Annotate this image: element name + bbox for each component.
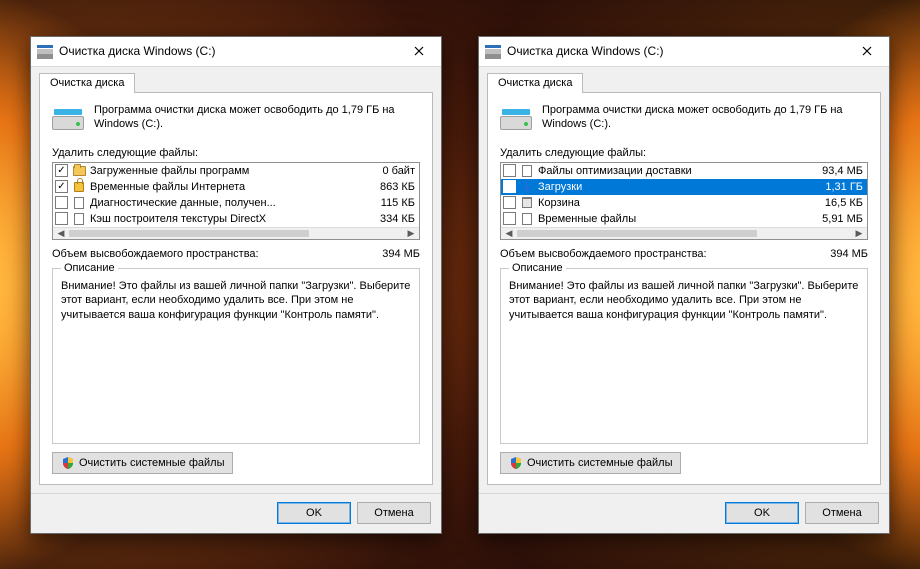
item-name: Файлы оптимизации доставки — [538, 165, 799, 177]
item-checkbox[interactable] — [55, 180, 68, 193]
file-list-item[interactable]: Временные файлы 5,91 МБ — [501, 211, 867, 227]
description-legend: Описание — [61, 262, 118, 274]
item-checkbox[interactable] — [55, 196, 68, 209]
item-size: 5,91 МБ — [803, 213, 863, 225]
button-row: OK Отмена — [479, 493, 889, 533]
item-name: Загруженные файлы программ — [90, 165, 351, 177]
arrow-icon — [520, 180, 534, 194]
page-icon — [72, 196, 86, 210]
titlebar[interactable]: Очистка диска Windows (C:) — [31, 37, 441, 67]
freed-space-label: Объем высвобождаемого пространства: — [500, 248, 707, 260]
page-icon — [72, 212, 86, 226]
description-text: Внимание! Это файлы из вашей личной папк… — [509, 279, 859, 324]
cancel-button[interactable]: Отмена — [357, 502, 431, 524]
item-size: 0 байт — [355, 165, 415, 177]
description-text: Внимание! Это файлы из вашей личной папк… — [61, 279, 411, 324]
folder-icon — [72, 164, 86, 178]
item-name: Временные файлы Интернета — [90, 181, 351, 193]
window-title: Очистка диска Windows (C:) — [59, 44, 216, 58]
item-name: Загрузки — [538, 181, 799, 193]
item-size: 16,5 КБ — [803, 197, 863, 209]
file-list-rows: Файлы оптимизации доставки 93,4 МБ Загрузк… — [501, 163, 867, 227]
scroll-left-icon[interactable]: ◀ — [501, 228, 517, 239]
ok-button[interactable]: OK — [725, 502, 799, 524]
bin-icon — [520, 196, 534, 210]
window-title: Очистка диска Windows (C:) — [507, 44, 664, 58]
item-name: Диагностические данные, получен... — [90, 197, 351, 209]
freed-space-label: Объем высвобождаемого пространства: — [52, 248, 259, 260]
item-checkbox[interactable] — [55, 164, 68, 177]
freed-space-value: 394 МБ — [830, 248, 868, 260]
ok-button[interactable]: OK — [277, 502, 351, 524]
files-to-delete-label: Удалить следующие файлы: — [52, 147, 420, 159]
disk-cleanup-dialog: Очистка диска Windows (C:) Очистка диска… — [478, 36, 890, 534]
page-icon — [520, 212, 534, 226]
scroll-left-icon[interactable]: ◀ — [53, 228, 69, 239]
file-list-item[interactable]: Загрузки 1,31 ГБ — [501, 179, 867, 195]
scroll-right-icon[interactable]: ▶ — [851, 228, 867, 239]
file-list-rows: Загруженные файлы программ 0 байт Временны… — [53, 163, 419, 227]
close-button[interactable] — [396, 37, 441, 66]
summary-text: Программа очистки диска может освободить… — [94, 103, 420, 135]
clean-system-files-button[interactable]: Очистить системные файлы — [500, 452, 681, 474]
disk-cleanup-icon — [485, 43, 501, 59]
description-legend: Описание — [509, 262, 566, 274]
page-icon — [520, 164, 534, 178]
item-checkbox[interactable] — [503, 212, 516, 225]
tab-panel: Программа очистки диска может освободить… — [39, 92, 433, 485]
description-group: Описание Внимание! Это файлы из вашей ли… — [500, 268, 868, 444]
scroll-thumb[interactable] — [69, 230, 309, 237]
close-icon — [862, 46, 872, 56]
disk-cleanup-dialog: Очистка диска Windows (C:) Очистка диска… — [30, 36, 442, 534]
file-list[interactable]: Файлы оптимизации доставки 93,4 МБ Загрузк… — [500, 162, 868, 240]
drive-icon — [500, 103, 532, 135]
close-button[interactable] — [844, 37, 889, 66]
drive-icon — [52, 103, 84, 135]
horizontal-scrollbar[interactable]: ◀ ▶ — [501, 227, 867, 239]
shield-icon — [509, 456, 523, 470]
item-checkbox[interactable] — [503, 196, 516, 209]
item-name: Кэш построителя текстуры DirectX — [90, 213, 351, 225]
item-checkbox[interactable] — [503, 164, 516, 177]
item-size: 1,31 ГБ — [803, 181, 863, 193]
item-size: 334 КБ — [355, 213, 415, 225]
description-group: Описание Внимание! Это файлы из вашей ли… — [52, 268, 420, 444]
file-list-item[interactable]: Кэш построителя текстуры DirectX 334 КБ — [53, 211, 419, 227]
item-checkbox[interactable] — [55, 212, 68, 225]
clean-system-files-button[interactable]: Очистить системные файлы — [52, 452, 233, 474]
item-checkbox[interactable] — [503, 180, 516, 193]
clean-system-files-label: Очистить системные файлы — [527, 457, 672, 469]
file-list-item[interactable]: Загруженные файлы программ 0 байт — [53, 163, 419, 179]
file-list[interactable]: Загруженные файлы программ 0 байт Временны… — [52, 162, 420, 240]
freed-space-value: 394 МБ — [382, 248, 420, 260]
tab-panel: Программа очистки диска может освободить… — [487, 92, 881, 485]
lock-icon — [72, 180, 86, 194]
tab-disk-cleanup[interactable]: Очистка диска — [487, 73, 583, 93]
files-to-delete-label: Удалить следующие файлы: — [500, 147, 868, 159]
scroll-thumb[interactable] — [517, 230, 757, 237]
cancel-button[interactable]: Отмена — [805, 502, 879, 524]
clean-system-files-label: Очистить системные файлы — [79, 457, 224, 469]
tab-disk-cleanup[interactable]: Очистка диска — [39, 73, 135, 93]
scroll-right-icon[interactable]: ▶ — [403, 228, 419, 239]
file-list-item[interactable]: Корзина 16,5 КБ — [501, 195, 867, 211]
horizontal-scrollbar[interactable]: ◀ ▶ — [53, 227, 419, 239]
tabstrip: Очистка диска — [479, 67, 889, 93]
summary-text: Программа очистки диска может освободить… — [542, 103, 868, 135]
titlebar[interactable]: Очистка диска Windows (C:) — [479, 37, 889, 67]
tabstrip: Очистка диска — [31, 67, 441, 93]
item-size: 93,4 МБ — [803, 165, 863, 177]
close-icon — [414, 46, 424, 56]
button-row: OK Отмена — [31, 493, 441, 533]
item-size: 863 КБ — [355, 181, 415, 193]
file-list-item[interactable]: Файлы оптимизации доставки 93,4 МБ — [501, 163, 867, 179]
item-size: 115 КБ — [355, 197, 415, 209]
item-name: Корзина — [538, 197, 799, 209]
shield-icon — [61, 456, 75, 470]
file-list-item[interactable]: Диагностические данные, получен... 115 КБ — [53, 195, 419, 211]
file-list-item[interactable]: Временные файлы Интернета 863 КБ — [53, 179, 419, 195]
item-name: Временные файлы — [538, 213, 799, 225]
disk-cleanup-icon — [37, 43, 53, 59]
